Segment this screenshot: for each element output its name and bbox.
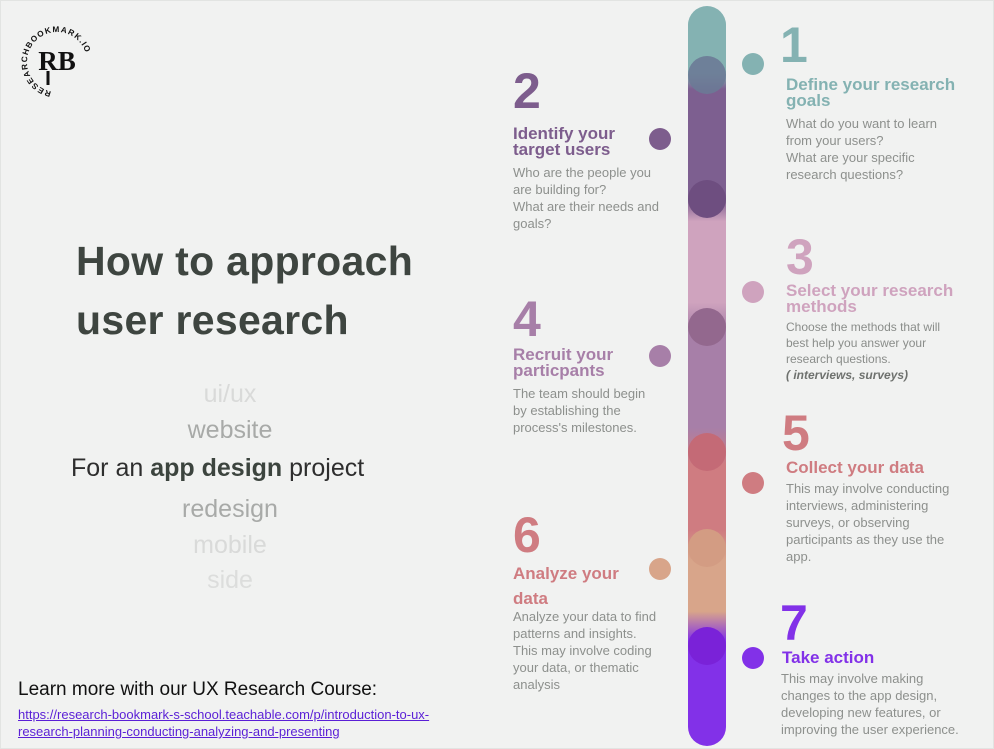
step-6-title: Analyze your data (513, 561, 619, 611)
step-3-line: best help you answer your (786, 336, 927, 350)
step-6-line: analysis (513, 677, 560, 692)
step-3-title-line: methods (786, 297, 857, 316)
step-2-line: are building for? (513, 182, 607, 197)
step-6-number: 6 (513, 507, 541, 563)
step-7-line: improving the user experience. (781, 722, 959, 737)
bar-node-5 (688, 433, 726, 471)
step-3-title: Select your research methods (786, 282, 953, 316)
step-5-number: 5 (782, 405, 810, 461)
bar-node-1 (688, 7, 726, 45)
step-3-line: Choose the methods that will (786, 320, 941, 334)
step-6-dot (649, 558, 671, 580)
step-4-description: The team should begin by establishing th… (513, 385, 645, 436)
step-7-line: changes to the app design, (781, 688, 938, 703)
step-4-title: Recruit your particpants (513, 346, 613, 380)
step-5-line: interviews, administering (786, 498, 929, 513)
step-7-line: This may involve making (781, 671, 924, 686)
step-3-description: Choose the methods that will best help y… (786, 319, 940, 383)
step-1-description: What do you want to learn from your user… (786, 115, 937, 183)
step-4-line: by establishing the (513, 403, 621, 418)
step-1-dot (742, 53, 764, 75)
step-1-title: Define your research goals (786, 75, 956, 110)
step-1-line: What do you want to learn (786, 116, 938, 131)
step-6-line: Analyze your data to find (513, 609, 657, 624)
step-5-dot (742, 472, 764, 494)
bar-node-3 (688, 180, 726, 218)
step-2-line: What are their needs and (513, 199, 659, 214)
step-7-dot (742, 647, 764, 669)
bar-node-2 (688, 56, 726, 94)
step-5-description: This may involve conducting interviews, … (786, 480, 949, 565)
step-5-line: app. (786, 549, 812, 564)
step-5-title: Collect your data (786, 458, 924, 477)
step-4-number: 4 (513, 291, 541, 347)
step-1-number: 1 (780, 17, 808, 73)
step-4-line: The team should begin (513, 386, 646, 401)
step-4-dot (649, 345, 671, 367)
step-5-line: surveys, or observing (786, 515, 910, 530)
step-6-description: Analyze your data to find patterns and i… (513, 608, 656, 693)
step-6-line: patterns and insights. (513, 626, 637, 641)
bar-node-6 (688, 529, 726, 567)
step-2-title-line: target users (513, 140, 611, 159)
bar-node-7 (688, 627, 726, 665)
step-6-title-line: Analyze your (513, 564, 619, 583)
step-2-description: Who are the people you are building for?… (513, 164, 659, 232)
step-6-line: your data, or thematic (513, 660, 639, 675)
step-2-title: Identify your target users (513, 125, 615, 159)
step-7-description: This may involve making changes to the a… (781, 670, 959, 738)
step-3-number: 3 (786, 229, 814, 285)
step-7-line: developing new features, or (781, 705, 941, 720)
step-2-dot (649, 128, 671, 150)
step-1-line: What are your specific (786, 150, 915, 165)
step-5-line: This may involve conducting (786, 481, 950, 496)
step-3-examples: ( interviews, surveys) (786, 368, 909, 382)
step-4-line: process's milestones. (513, 420, 637, 435)
step-5-line: participants as they use the (786, 532, 945, 547)
step-4-title-line: particpants (513, 361, 605, 380)
step-1-line: research questions? (786, 167, 904, 182)
step-6-line: This may involve coding (513, 643, 652, 658)
step-2-line: Who are the people you (513, 165, 652, 180)
step-3-dot (742, 281, 764, 303)
step-2-line: goals? (513, 216, 552, 231)
step-7-title: Take action (782, 648, 875, 667)
step-2-number: 2 (513, 63, 541, 119)
step-1-line: from your users? (786, 133, 884, 148)
bar-node-4 (688, 308, 726, 346)
step-7-number: 7 (780, 595, 808, 651)
step-3-line: research questions. (786, 352, 891, 366)
